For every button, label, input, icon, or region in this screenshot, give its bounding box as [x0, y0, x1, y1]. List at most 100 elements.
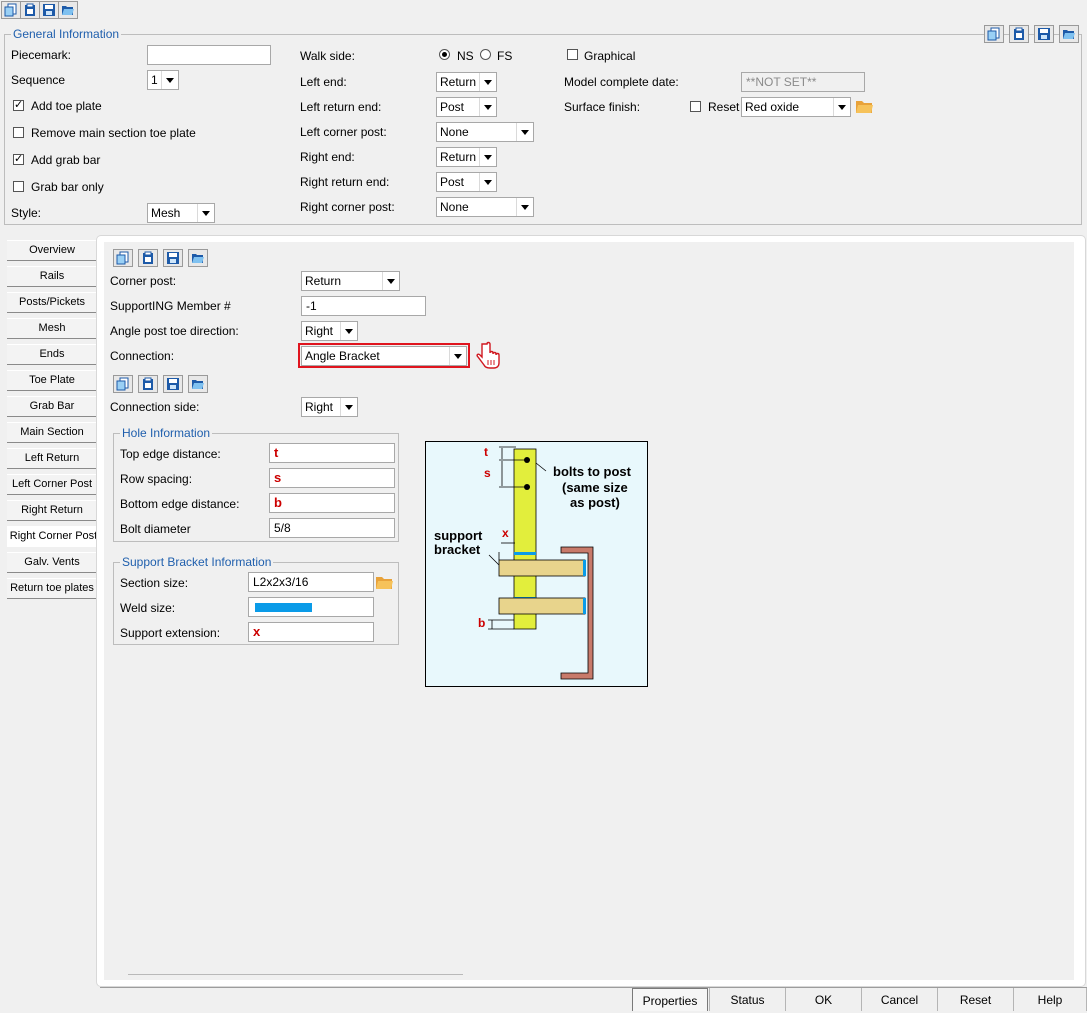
section-size-input[interactable]: L2x2x3/16 — [248, 572, 374, 592]
chevron-down-icon — [479, 98, 496, 116]
walk-side-fs-radio[interactable] — [480, 49, 491, 60]
tab-return-toe-plates[interactable]: Return toe plates — [7, 578, 97, 599]
grab-bar-only-checkbox[interactable] — [13, 181, 24, 192]
style-select[interactable]: Mesh — [147, 203, 215, 223]
support-extension-input[interactable]: x — [248, 622, 374, 642]
bolt-diameter-input[interactable]: 5/8 — [269, 518, 395, 538]
left-corner-post-select[interactable]: None — [436, 122, 534, 142]
connection-copy-icon-button[interactable] — [113, 375, 133, 393]
right-return-end-select[interactable]: Post — [436, 172, 497, 192]
right-end-label: Right end: — [300, 150, 355, 164]
section-size-label: Section size: — [120, 576, 189, 590]
panel-paste-icon-button[interactable] — [138, 249, 158, 267]
general-copy-icon-button[interactable] — [984, 25, 1004, 43]
left-corner-post-label: Left corner post: — [300, 125, 387, 139]
general-save-icon-button[interactable] — [1034, 25, 1054, 43]
connection-side-select[interactable]: Right — [301, 397, 358, 417]
right-corner-post-select[interactable]: None — [436, 197, 534, 217]
weld-size-color-bar — [255, 603, 312, 612]
connection-paste-icon-button[interactable] — [138, 375, 158, 393]
panel-save-icon-button[interactable] — [163, 249, 183, 267]
chevron-down-icon — [516, 198, 533, 216]
general-paste-icon-button[interactable] — [1009, 25, 1029, 43]
status-button[interactable]: Status — [709, 988, 785, 1011]
tab-galv-vents[interactable]: Galv. Vents — [7, 552, 97, 573]
add-toe-plate-checkbox[interactable]: ✓ — [13, 100, 24, 111]
connection-open-folder-icon-button[interactable] — [188, 375, 208, 393]
chevron-down-icon — [382, 272, 399, 290]
diagram-support-line2: bracket — [434, 542, 481, 557]
surface-finish-label: Surface finish: — [564, 100, 641, 114]
panel-open-folder-icon-button[interactable] — [188, 249, 208, 267]
diagram-bolts-line1: bolts to post — [553, 464, 631, 479]
model-complete-date-label: Model complete date: — [564, 75, 679, 89]
help-button[interactable]: Help — [1013, 988, 1087, 1011]
graphical-checkbox[interactable] — [567, 49, 578, 60]
tab-main-section[interactable]: Main Section — [7, 422, 97, 443]
save-icon-button[interactable] — [39, 1, 59, 19]
corner-post-label: Corner post: — [110, 274, 177, 288]
tab-posts-pickets[interactable]: Posts/Pickets — [7, 292, 97, 313]
cancel-button[interactable]: Cancel — [861, 988, 937, 1011]
section-size-browse-folder-icon[interactable] — [375, 573, 394, 591]
open-folder-icon-button[interactable] — [58, 1, 78, 19]
panel-copy-icon-button[interactable] — [113, 249, 133, 267]
general-information-title: General Information — [11, 27, 122, 41]
tab-grab-bar[interactable]: Grab Bar — [7, 396, 97, 417]
reset-button[interactable]: Reset — [937, 988, 1013, 1011]
walk-side-label: Walk side: — [300, 49, 355, 63]
tab-right-corner-post[interactable]: Right Corner Post — [7, 526, 100, 547]
remove-main-toe-plate-label: Remove main section toe plate — [31, 126, 196, 140]
sequence-select[interactable]: 1 — [147, 70, 179, 90]
support-bracket-information-title: Support Bracket Information — [120, 555, 274, 569]
piecemark-label: Piecemark: — [11, 48, 72, 62]
ok-button[interactable]: OK — [785, 988, 861, 1011]
bottom-edge-distance-input[interactable]: b — [269, 493, 395, 513]
add-toe-plate-label: Add toe plate — [31, 99, 102, 113]
pointing-hand-cursor-icon — [476, 341, 502, 371]
weld-size-input[interactable] — [248, 597, 374, 617]
chevron-down-icon — [340, 398, 357, 416]
folder-browse-icon[interactable] — [855, 97, 874, 115]
remove-main-toe-plate-checkbox[interactable] — [13, 127, 24, 138]
tab-rails[interactable]: Rails — [7, 266, 97, 287]
row-spacing-input[interactable]: s — [269, 468, 395, 488]
surface-finish-reset-label: Reset — [708, 100, 740, 114]
model-complete-date-field: **NOT SET** — [741, 72, 865, 92]
chevron-down-icon — [161, 71, 178, 89]
copy-icon-button[interactable] — [1, 1, 21, 19]
diagram-bolts-line3: as post) — [570, 495, 620, 510]
general-open-folder-icon-button[interactable] — [1059, 25, 1079, 43]
add-grab-bar-checkbox[interactable]: ✓ — [13, 154, 24, 165]
weld-size-label: Weld size: — [120, 601, 176, 615]
top-edge-distance-input[interactable]: t — [269, 443, 395, 463]
angle-post-toe-select[interactable]: Right — [301, 321, 358, 341]
left-end-select[interactable]: Return — [436, 72, 497, 92]
supporting-member-input[interactable]: -1 — [301, 296, 426, 316]
tab-left-corner-post[interactable]: Left Corner Post — [7, 474, 97, 495]
tab-ends[interactable]: Ends — [7, 344, 97, 365]
tab-right-return[interactable]: Right Return — [7, 500, 97, 521]
paste-icon-button[interactable] — [20, 1, 40, 19]
tab-left-return[interactable]: Left Return — [7, 448, 97, 469]
diagram-support-line1: support — [434, 528, 483, 543]
walk-side-ns-radio[interactable] — [439, 49, 450, 60]
surface-finish-select[interactable]: Red oxide — [741, 97, 851, 117]
connection-select[interactable]: Angle Bracket — [301, 346, 467, 366]
support-extension-label: Support extension: — [120, 626, 221, 640]
surface-finish-reset-checkbox[interactable] — [690, 101, 701, 112]
tab-toe-plate[interactable]: Toe Plate — [7, 370, 97, 391]
properties-button[interactable]: Properties — [632, 988, 708, 1011]
right-end-select[interactable]: Return — [436, 147, 497, 167]
tab-overview[interactable]: Overview — [7, 240, 97, 261]
left-return-end-select[interactable]: Post — [436, 97, 497, 117]
left-return-end-label: Left return end: — [300, 100, 382, 114]
walk-side-ns-label: NS — [457, 49, 474, 63]
angle-post-toe-label: Angle post toe direction: — [110, 324, 239, 338]
piecemark-input[interactable] — [147, 45, 271, 65]
diagram-b-label: b — [478, 616, 486, 630]
chevron-down-icon — [479, 148, 496, 166]
tab-mesh[interactable]: Mesh — [7, 318, 97, 339]
corner-post-select[interactable]: Return — [301, 271, 400, 291]
connection-save-icon-button[interactable] — [163, 375, 183, 393]
